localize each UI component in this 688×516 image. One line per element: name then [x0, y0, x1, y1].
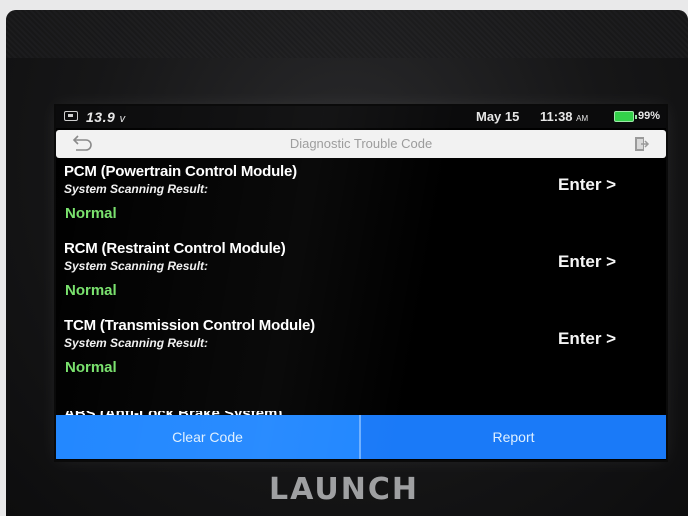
clear-code-button[interactable]: Clear Code	[56, 415, 359, 459]
module-status: Normal	[65, 205, 117, 222]
enter-button-tcm[interactable]: Enter >	[558, 329, 616, 349]
battery-percent: 99%	[638, 110, 661, 122]
time-suffix: AM	[576, 114, 589, 123]
module-name: RCM (Restraint Control Module)	[64, 240, 286, 257]
enter-button-pcm[interactable]: Enter >	[558, 175, 616, 195]
module-status: Normal	[65, 282, 117, 299]
battery-voltage: 13.9 v	[86, 109, 126, 125]
device-housing-texture	[6, 10, 688, 58]
brand-logo: LAUNCH	[268, 472, 419, 507]
module-item-rcm: RCM (Restraint Control Module) System Sc…	[56, 240, 666, 316]
time-value: 11:38	[540, 109, 573, 124]
voltage-value: 13.9	[86, 109, 116, 125]
module-item-tcm: TCM (Transmission Control Module) System…	[56, 317, 666, 393]
voltage-unit: v	[119, 113, 126, 125]
module-item-pcm: PCM (Powertrain Control Module) System S…	[56, 163, 666, 239]
module-scan-label: System Scanning Result:	[64, 182, 209, 196]
module-scan-label: System Scanning Result:	[64, 259, 209, 273]
enter-button-rcm[interactable]: Enter >	[558, 252, 616, 272]
page-title: Diagnostic Trouble Code	[289, 136, 433, 151]
module-status: Normal	[65, 359, 117, 376]
title-bar: Diagnostic Trouble Code	[56, 130, 666, 158]
status-time: 11:38 AM	[540, 109, 588, 124]
battery-icon	[614, 111, 637, 122]
exit-icon[interactable]	[630, 134, 650, 154]
module-scan-label: System Scanning Result:	[64, 336, 209, 350]
status-bar: 13.9 v May 15 11:38 AM 99%	[56, 106, 666, 128]
module-name: PCM (Powertrain Control Module)	[64, 163, 297, 180]
vehicle-battery-icon	[64, 111, 78, 121]
device-screen: 13.9 v May 15 11:38 AM 99% Diagnostic Tr…	[56, 106, 666, 460]
report-button[interactable]: Report	[361, 415, 666, 459]
action-bar: Clear Code Report	[56, 415, 666, 459]
status-date: May 15	[476, 109, 520, 124]
module-name: TCM (Transmission Control Module)	[64, 317, 315, 334]
